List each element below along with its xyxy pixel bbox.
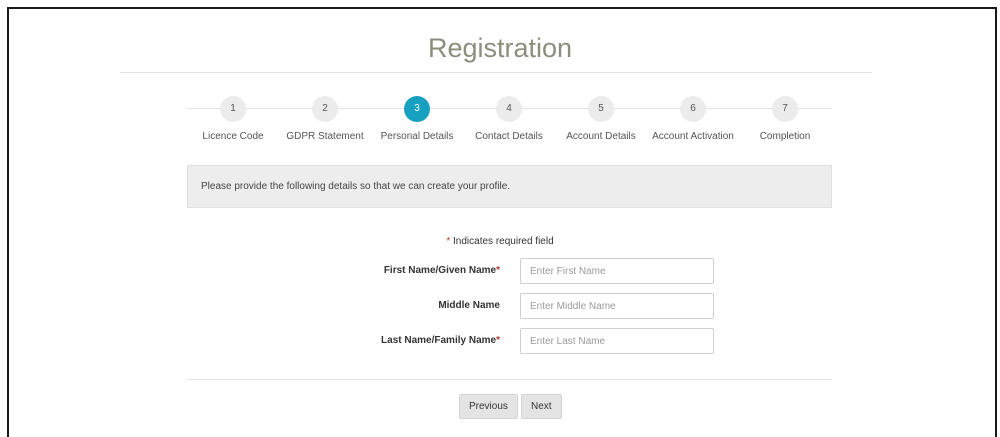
step-number: 7: [772, 96, 798, 122]
first-name-label-text: First Name/Given Name: [383, 265, 497, 276]
required-star: *: [496, 265, 500, 276]
last-name-label-text: Last Name/Family Name: [381, 335, 497, 346]
middle-name-label: Middle Name: [438, 293, 500, 319]
last-name-input[interactable]: [520, 328, 714, 354]
step-number: 2: [312, 96, 338, 122]
registration-stepper: 1 Licence Code 2 GDPR Statement 3 Person…: [0, 0, 1000, 160]
first-name-label: First Name/Given Name*: [384, 258, 500, 284]
form-row-last-name: Last Name/Family Name*: [0, 328, 1000, 354]
step-number: 4: [496, 96, 522, 122]
info-message-box: Please provide the following details so …: [187, 165, 832, 208]
previous-button[interactable]: Previous: [459, 394, 518, 419]
step-number: 6: [680, 96, 706, 122]
step-number: 1: [220, 96, 246, 122]
first-name-input[interactable]: [520, 258, 714, 284]
form-divider: [187, 379, 832, 380]
last-name-label: Last Name/Family Name*: [381, 328, 500, 354]
required-star: *: [496, 335, 500, 346]
required-note-text: Indicates required field: [450, 236, 554, 247]
form-row-middle-name: Middle Name: [0, 293, 1000, 319]
step-number: 3: [404, 96, 430, 122]
info-message: Please provide the following details so …: [201, 181, 511, 192]
next-button[interactable]: Next: [521, 394, 562, 419]
middle-name-input[interactable]: [520, 293, 714, 319]
form-row-first-name: First Name/Given Name*: [0, 258, 1000, 284]
step-completion[interactable]: 7 Completion: [720, 96, 850, 142]
middle-name-label-text: Middle Name: [438, 300, 500, 311]
required-field-note: * Indicates required field: [0, 236, 1000, 247]
step-number: 5: [588, 96, 614, 122]
step-label: Completion: [759, 131, 811, 142]
